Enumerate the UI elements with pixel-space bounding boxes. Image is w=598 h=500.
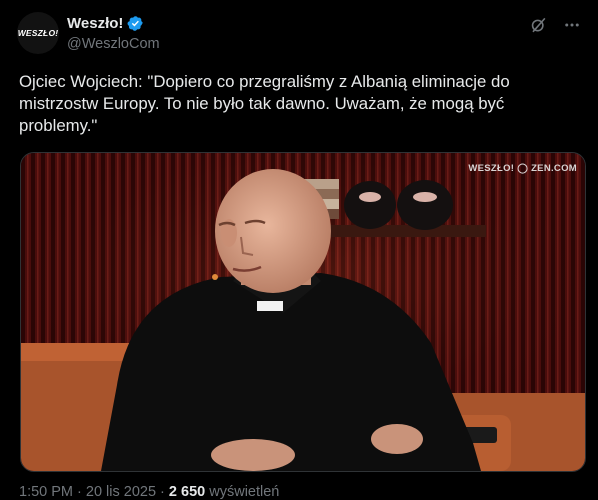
display-name[interactable]: Weszło! <box>67 15 123 32</box>
views-count: 2 650 <box>168 484 206 500</box>
tweet-text: Ojciec Wojciech: "Dopiero co przegraliśm… <box>19 72 510 135</box>
verified-badge-icon[interactable] <box>127 15 144 32</box>
author-name-row: Weszło! <box>67 15 144 32</box>
avatar[interactable]: WESZŁO! <box>17 12 59 54</box>
video-still-priest-interview <box>21 153 585 471</box>
author-handle[interactable]: @WeszloCom <box>67 36 160 52</box>
tweet-media-image[interactable]: WESZŁO! ◯ ZEN.COM <box>20 152 586 472</box>
timestamp[interactable]: 1:50 PM · 20 lis 2025 · <box>19 484 169 500</box>
more-options-icon[interactable] <box>560 13 584 37</box>
top-actions <box>526 13 584 37</box>
tweet-metadata: 1:50 PM · 20 lis 2025 · 2 650 wyświetleń <box>19 484 279 500</box>
grok-icon[interactable] <box>526 13 550 37</box>
views-label: wyświetleń <box>205 484 280 500</box>
media-watermark: WESZŁO! ◯ ZEN.COM <box>468 163 577 174</box>
tweet: WESZŁO! Weszło! @WeszloCom Ojciec Wojcie… <box>0 0 598 500</box>
avatar-logo-text: WESZŁO! <box>17 28 59 38</box>
